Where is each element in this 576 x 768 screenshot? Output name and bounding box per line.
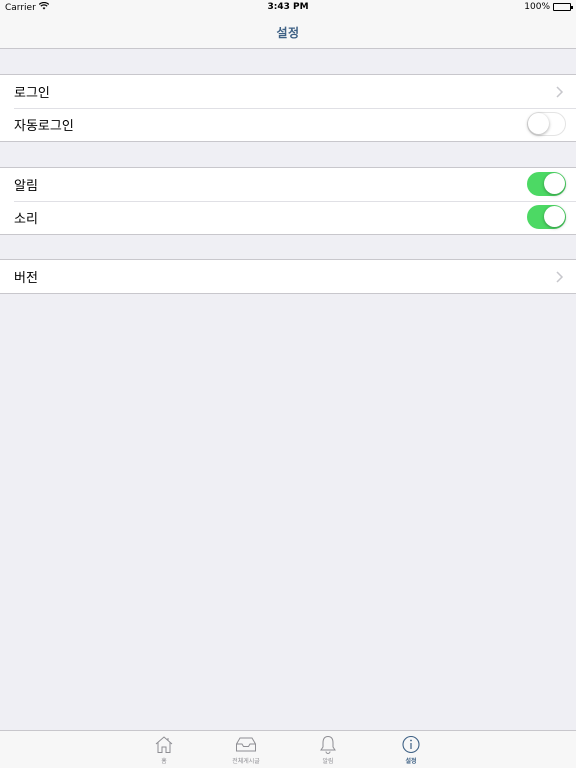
notifications-switch[interactable] — [527, 172, 566, 196]
tab-label: 설정 — [405, 758, 417, 765]
tab-label: 홈 — [161, 758, 167, 765]
bell-icon — [320, 735, 336, 754]
row-label: 버전 — [14, 271, 38, 286]
navigation-bar: 설정 — [0, 16, 576, 49]
status-bar: Carrier 3:43 PM 100% — [0, 0, 576, 16]
chevron-right-icon — [556, 271, 564, 283]
row-label: 로그인 — [14, 86, 50, 101]
row-login[interactable]: 로그인 — [0, 75, 576, 108]
home-icon — [155, 736, 173, 753]
tab-label: 전체게시글 — [232, 758, 260, 765]
status-time: 3:43 PM — [267, 2, 309, 12]
inbox-icon — [236, 737, 256, 752]
row-sound: 소리 — [0, 201, 576, 234]
battery-percent: 100% — [524, 2, 550, 12]
status-right: 100% — [524, 2, 573, 12]
settings-group-notifications: 알림 소리 — [0, 167, 576, 235]
tab-settings[interactable]: 설정 — [376, 731, 446, 768]
battery-icon — [553, 3, 573, 11]
row-label: 소리 — [14, 212, 38, 227]
row-notifications: 알림 — [0, 168, 576, 201]
settings-group-login: 로그인 자동로그인 — [0, 74, 576, 142]
auto-login-switch[interactable] — [527, 112, 566, 136]
tab-notifications[interactable]: 알림 — [293, 731, 363, 768]
tab-home[interactable]: 홈 — [129, 731, 199, 768]
row-auto-login: 자동로그인 — [0, 108, 576, 141]
settings-screen: Carrier 3:43 PM 100% 설정 로그인 자동로그인 알림 소리 … — [0, 0, 576, 768]
page-title: 설정 — [276, 25, 300, 40]
tab-bar: 홈 전체게시글 알림 설정 — [0, 730, 576, 768]
tab-label: 알림 — [322, 758, 334, 765]
row-label: 자동로그인 — [14, 119, 74, 134]
switch-knob — [544, 173, 565, 194]
settings-group-version: 버전 — [0, 259, 576, 294]
switch-knob — [528, 113, 549, 134]
sound-switch[interactable] — [527, 205, 566, 229]
row-label: 알림 — [14, 179, 38, 194]
chevron-right-icon — [556, 86, 564, 98]
info-icon — [402, 735, 420, 754]
row-version[interactable]: 버전 — [0, 260, 576, 293]
tab-all-posts[interactable]: 전체게시글 — [211, 731, 281, 768]
switch-knob — [544, 206, 565, 227]
